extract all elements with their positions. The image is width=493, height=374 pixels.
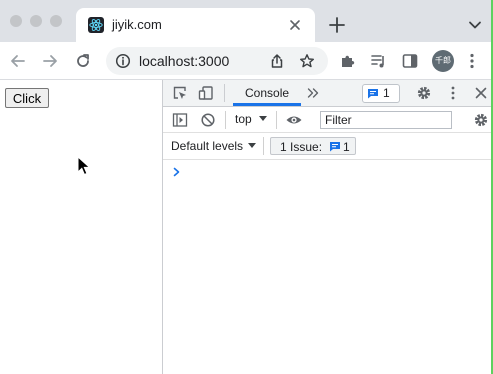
new-tab-button[interactable]	[328, 16, 346, 34]
toolbar-divider	[276, 111, 277, 129]
reload-icon[interactable]	[74, 52, 92, 70]
extensions-puzzle-icon[interactable]	[339, 52, 357, 70]
issues-badge-count: 1	[383, 86, 390, 100]
close-tab-icon[interactable]	[287, 17, 303, 33]
toolbar-divider	[263, 137, 264, 155]
back-icon[interactable]	[9, 52, 27, 70]
react-icon	[88, 17, 104, 33]
more-vertical-icon[interactable]	[463, 52, 481, 70]
page-viewport: Click	[0, 80, 162, 374]
toolbar-divider	[225, 111, 226, 129]
profile-avatar[interactable]: 千郎	[432, 50, 454, 72]
tab-console[interactable]: Console	[245, 86, 289, 100]
message-icon	[367, 88, 379, 99]
dropdown-arrow-icon[interactable]	[248, 143, 256, 149]
default-levels-dropdown[interactable]: Default levels	[171, 139, 243, 153]
dropdown-arrow-icon[interactable]	[259, 116, 267, 122]
click-button[interactable]: Click	[5, 88, 49, 108]
issues-badge[interactable]: 1	[362, 84, 400, 103]
url-text: localhost:3000	[139, 53, 230, 69]
live-expression-eye-icon[interactable]	[285, 112, 303, 128]
issue-counter-count: 1	[343, 140, 350, 154]
share-icon[interactable]	[269, 53, 285, 69]
address-bar[interactable]: localhost:3000	[106, 47, 328, 75]
message-icon	[329, 141, 341, 152]
maximize-window-button[interactable]	[50, 15, 62, 27]
media-control-icon[interactable]	[370, 52, 388, 70]
close-window-button[interactable]	[10, 15, 22, 27]
active-tab-indicator	[233, 103, 301, 106]
chevron-down-icon[interactable]	[467, 17, 483, 33]
settings-gear-icon[interactable]	[416, 85, 432, 101]
clear-console-icon[interactable]	[200, 112, 216, 128]
info-icon[interactable]	[115, 53, 131, 69]
tab-strip: jiyik.com	[0, 0, 493, 42]
side-panel-icon[interactable]	[401, 52, 419, 70]
console-settings-gear-icon[interactable]	[473, 112, 489, 128]
tab-title: jiyik.com	[112, 17, 162, 32]
close-devtools-icon[interactable]	[473, 85, 489, 101]
console-prompt-chevron-icon[interactable]	[172, 166, 182, 178]
bookmark-star-icon[interactable]	[299, 53, 315, 69]
toolbar-divider	[224, 84, 225, 102]
inspect-element-icon[interactable]	[172, 85, 188, 101]
context-selector[interactable]: top	[235, 112, 252, 126]
issue-counter-label: 1 Issue:	[280, 140, 323, 154]
sidebar-toggle-icon[interactable]	[172, 112, 188, 128]
devtools-tab-bar: Console 1	[163, 80, 493, 107]
console-toolbar: top	[163, 107, 493, 133]
devtools-panel: Console 1 top Filter Default levels 1 Is…	[162, 80, 493, 374]
forward-icon[interactable]	[41, 52, 59, 70]
mouse-cursor-icon	[77, 156, 91, 176]
more-tabs-chevron-icon[interactable]	[306, 86, 320, 100]
filter-input[interactable]	[320, 111, 452, 129]
browser-toolbar: localhost:3000 千郎	[0, 42, 493, 80]
minimize-window-button[interactable]	[30, 15, 42, 27]
device-toolbar-icon[interactable]	[198, 85, 214, 101]
issue-counter-button[interactable]: 1 Issue: 1	[270, 137, 356, 155]
browser-tab[interactable]: jiyik.com	[76, 8, 315, 42]
console-levels-bar: Default levels 1 Issue: 1	[163, 133, 493, 160]
more-vertical-icon[interactable]	[445, 85, 461, 101]
